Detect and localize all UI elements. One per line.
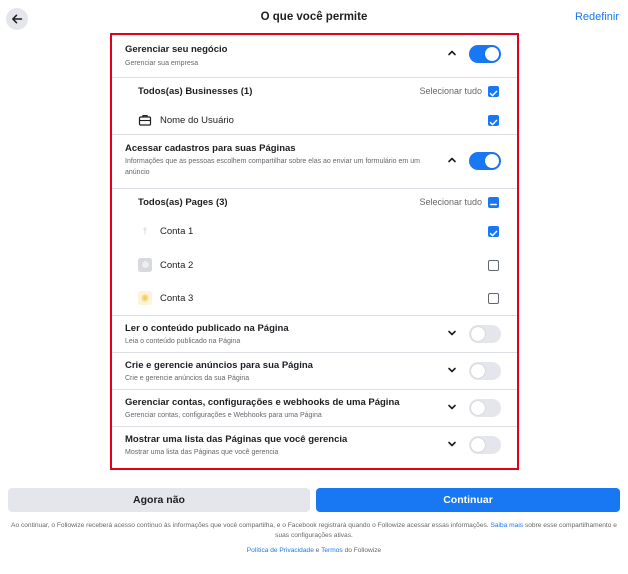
pages-group-row: Todos(as) Pages (3) Selecionar tudo xyxy=(112,194,517,214)
read-content-toggle[interactable] xyxy=(469,325,501,343)
learn-more-link[interactable]: Saiba mais xyxy=(490,522,523,529)
header: O que você permite Redefinir xyxy=(0,0,628,36)
item-label: Conta 3 xyxy=(160,293,194,304)
section-list-pages: Mostrar uma lista das Páginas que você g… xyxy=(112,427,517,467)
item-checkbox[interactable] xyxy=(488,293,499,304)
page-avatar-icon xyxy=(138,258,152,272)
manage-ads-toggle[interactable] xyxy=(469,362,501,380)
list-pages-toggle[interactable] xyxy=(469,436,501,454)
section-subtitle: Gerenciar contas, configurações e Webhoo… xyxy=(125,412,322,419)
item-checkbox[interactable] xyxy=(488,115,499,126)
legal-text: Ao continuar, o Followize receberá acess… xyxy=(11,522,489,529)
manage-business-toggle[interactable] xyxy=(469,45,501,63)
chevron-down-icon[interactable] xyxy=(446,438,458,450)
privacy-policy-link[interactable]: Política de Privacidade xyxy=(247,547,314,554)
chevron-down-icon[interactable] xyxy=(446,401,458,413)
section-manage-accounts: Gerenciar contas, configurações e webhoo… xyxy=(112,390,517,426)
and-text: e xyxy=(315,547,320,554)
page-avatar-icon xyxy=(138,224,152,238)
page-title: O que você permite xyxy=(260,11,368,23)
footer-actions: Agora não Continuar xyxy=(0,488,628,512)
terms-link[interactable]: Termos xyxy=(321,547,343,554)
section-subtitle: Gerenciar sua empresa xyxy=(125,60,199,67)
group-label: Todos(as) Pages (3) xyxy=(138,197,228,208)
chevron-down-icon[interactable] xyxy=(446,327,458,339)
toggle-knob xyxy=(471,364,485,378)
checkmark-icon xyxy=(489,230,498,237)
list-item[interactable]: Conta 3 xyxy=(112,290,517,310)
of-text: do Followize xyxy=(344,547,382,554)
policy-links: Política de Privacidade e Termos do Foll… xyxy=(0,547,628,554)
manage-accounts-toggle[interactable] xyxy=(469,399,501,417)
list-item[interactable]: Nome do Usuário xyxy=(112,112,517,132)
legal-notice: Ao continuar, o Followize receberá acess… xyxy=(4,521,624,540)
item-checkbox[interactable] xyxy=(488,226,499,237)
briefcase-icon xyxy=(138,115,152,126)
section-manage-ads: Crie e gerencie anúncios para sua Página… xyxy=(112,353,517,389)
chevron-down-icon[interactable] xyxy=(446,364,458,376)
checkmark-icon xyxy=(489,90,498,97)
not-now-button[interactable]: Agora não xyxy=(8,488,310,512)
toggle-knob xyxy=(471,401,485,415)
section-title: Ler o conteúdo publicado na Página xyxy=(125,323,289,334)
list-item[interactable]: Conta 2 xyxy=(112,257,517,277)
section-title: Acessar cadastros para suas Páginas xyxy=(125,143,296,154)
section-title: Gerenciar seu negócio xyxy=(125,44,228,55)
section-subtitle: Mostrar uma lista das Páginas que você g… xyxy=(125,449,279,456)
section-title: Gerenciar contas, configurações e webhoo… xyxy=(125,397,400,408)
section-access-leads: Acessar cadastros para suas Páginas Info… xyxy=(112,135,517,185)
access-leads-toggle[interactable] xyxy=(469,152,501,170)
select-all-pages-checkbox[interactable] xyxy=(488,197,499,208)
section-subtitle: Leia o conteúdo publicado na Página xyxy=(125,338,241,345)
continue-button[interactable]: Continuar xyxy=(316,488,620,512)
minus-icon xyxy=(490,203,497,206)
section-subtitle: Informações que as pessoas escolhem comp… xyxy=(125,158,420,176)
businesses-group-row: Todos(as) Businesses (1) Selecionar tudo xyxy=(112,83,517,103)
toggle-knob xyxy=(485,154,499,168)
toggle-knob xyxy=(471,438,485,452)
divider xyxy=(112,77,517,78)
select-all-businesses-checkbox[interactable] xyxy=(488,86,499,97)
divider xyxy=(112,188,517,189)
permissions-panel: Gerenciar seu negócio Gerenciar sua empr… xyxy=(110,33,519,470)
item-checkbox[interactable] xyxy=(488,260,499,271)
section-title: Mostrar uma lista das Páginas que você g… xyxy=(125,434,348,445)
select-all-label[interactable]: Selecionar tudo xyxy=(419,197,482,207)
reset-link[interactable]: Redefinir xyxy=(575,11,619,23)
chevron-up-icon[interactable] xyxy=(446,47,458,59)
page-avatar-icon xyxy=(138,291,152,305)
section-manage-business: Gerenciar seu negócio Gerenciar sua empr… xyxy=(112,35,517,75)
section-subtitle: Crie e gerencie anúncios da sua Página xyxy=(125,375,250,382)
item-label: Conta 2 xyxy=(160,260,194,271)
item-label: Nome do Usuário xyxy=(160,115,234,126)
chevron-up-icon[interactable] xyxy=(446,154,458,166)
toggle-knob xyxy=(471,327,485,341)
section-read-content: Ler o conteúdo publicado na Página Leia … xyxy=(112,316,517,352)
item-label: Conta 1 xyxy=(160,226,194,237)
toggle-knob xyxy=(485,47,499,61)
section-title: Crie e gerencie anúncios para sua Página xyxy=(125,360,313,371)
group-label: Todos(as) Businesses (1) xyxy=(138,86,253,97)
select-all-label[interactable]: Selecionar tudo xyxy=(419,86,482,96)
checkmark-icon xyxy=(489,119,498,126)
list-item[interactable]: Conta 1 xyxy=(112,223,517,243)
